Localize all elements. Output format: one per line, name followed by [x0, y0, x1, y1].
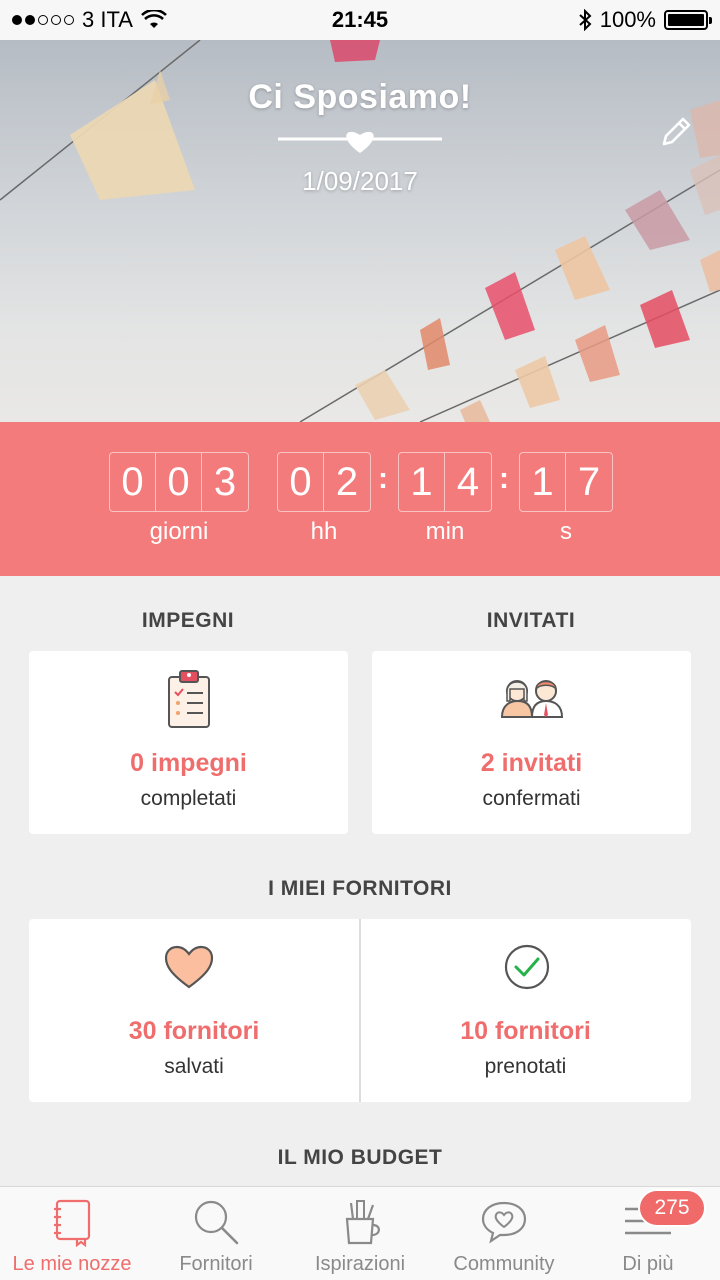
wedding-date: 1/09/2017: [302, 166, 418, 196]
countdown-digit: 3: [213, 459, 237, 504]
checkmark-circle-icon: [504, 944, 550, 990]
heart-divider-icon: [278, 131, 442, 153]
status-bar: 3 ITA 21:45 100%: [0, 0, 720, 40]
fornitori-title: I MIEI FORNITORI: [268, 877, 452, 900]
edit-pencil-icon[interactable]: [656, 112, 696, 152]
fornitori-saved-count: 30 fornitori: [128, 1017, 260, 1045]
notebook-icon: [54, 1199, 91, 1247]
status-right: 100%: [578, 7, 712, 33]
wifi-icon: [141, 10, 167, 28]
couple-guests-icon: [500, 680, 564, 718]
tab-label: Community: [453, 1253, 555, 1275]
carrier-name: 3 ITA: [82, 7, 133, 32]
countdown-digit: 4: [456, 459, 480, 504]
search-icon: [194, 1200, 239, 1245]
tab-le-mie-nozze[interactable]: Le mie nozze: [0, 1187, 144, 1280]
battery-icon: [664, 10, 712, 30]
status-left: 3 ITA: [12, 7, 167, 33]
countdown-panel: 0 0 3 0 2 : 1 4 : 1 7 giorni hh min s: [0, 422, 720, 576]
notification-badge: 275: [638, 1189, 706, 1227]
invitati-card[interactable]: 2 invitati confermati: [372, 651, 691, 834]
invitati-sub: confermati: [482, 787, 581, 810]
countdown-label-seconds: s: [560, 518, 572, 545]
countdown-digit: 1: [399, 453, 445, 511]
tab-label: Ispirazioni: [314, 1253, 406, 1275]
impegni-title: IMPEGNI: [141, 609, 235, 632]
budget-title: IL MIO BUDGET: [277, 1146, 443, 1169]
signal-strength-icon: [12, 15, 74, 25]
heart-icon: [164, 945, 214, 989]
tab-community[interactable]: Community: [432, 1187, 576, 1280]
invitati-title: INVITATI: [486, 609, 576, 632]
tab-label: Fornitori: [179, 1253, 253, 1275]
fornitori-booked[interactable]: 10 fornitori prenotati: [360, 919, 691, 1102]
battery-percent: 100%: [599, 7, 656, 32]
countdown-colon: :: [499, 462, 509, 495]
countdown-digit: 1: [520, 453, 566, 511]
fornitori-saved[interactable]: 30 fornitori salvati: [29, 919, 359, 1102]
countdown-hours: 0 2: [277, 452, 371, 512]
countdown-label-hours: hh: [310, 518, 338, 545]
impegni-card[interactable]: 0 impegni completati: [29, 651, 348, 834]
hero-banner: Ci Sposiamo! 1/09/2017: [0, 40, 720, 422]
tab-ispirazioni[interactable]: Ispirazioni: [288, 1187, 432, 1280]
chat-heart-icon: [481, 1201, 527, 1244]
pencil-cup-icon: [345, 1200, 380, 1245]
tab-label: Di più: [622, 1253, 674, 1275]
countdown-digit: 7: [577, 459, 601, 504]
invitati-count: 2 invitati: [480, 749, 583, 777]
bottom-tab-bar: Le mie nozze Fornitori Ispirazioni Commu…: [0, 1186, 720, 1280]
countdown-digit: 0: [156, 453, 202, 511]
clipboard-checklist-icon: [168, 670, 210, 728]
countdown-days: 0 0 3: [109, 452, 249, 512]
impegni-sub: completati: [140, 787, 237, 810]
tab-fornitori[interactable]: Fornitori: [144, 1187, 288, 1280]
fornitori-booked-sub: prenotati: [484, 1055, 567, 1078]
fornitori-card: 30 fornitori salvati 10 fornitori prenot…: [29, 919, 691, 1102]
bluetooth-icon: [579, 9, 592, 31]
impegni-count: 0 impegni: [130, 749, 247, 777]
wedding-title: Ci Sposiamo!: [248, 78, 472, 116]
countdown-digit: 0: [110, 453, 156, 511]
countdown-seconds: 1 7: [519, 452, 613, 512]
tab-label: Le mie nozze: [12, 1253, 132, 1275]
countdown-colon: :: [378, 462, 388, 495]
countdown-minutes: 1 4: [398, 452, 492, 512]
countdown-label-days: giorni: [149, 518, 209, 545]
fornitori-booked-count: 10 fornitori: [460, 1017, 591, 1045]
fornitori-saved-sub: salvati: [164, 1055, 224, 1078]
countdown-digit: 2: [335, 459, 359, 504]
countdown-digit: 0: [278, 453, 324, 511]
countdown-label-minutes: min: [425, 518, 465, 545]
